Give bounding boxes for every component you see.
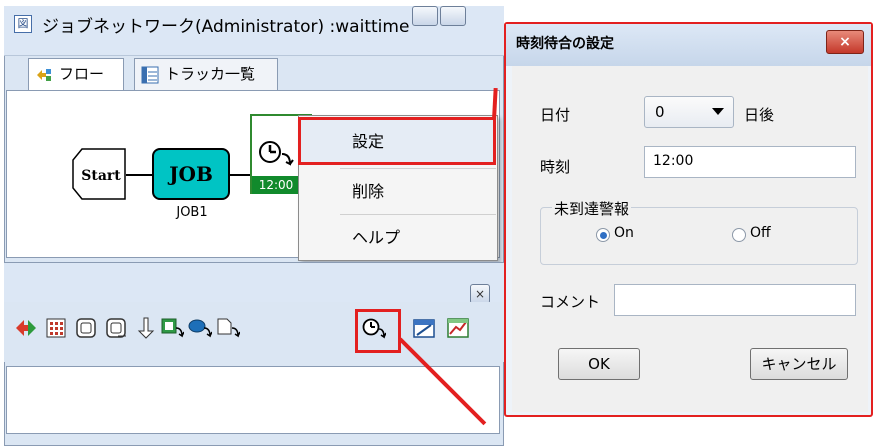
- dialog-title: 時刻待合の設定: [516, 36, 614, 52]
- alarm-on-label[interactable]: On: [614, 225, 634, 241]
- start-node-label: Start: [81, 168, 121, 184]
- flow-edge-job-wait: [230, 174, 252, 176]
- flow-icon: [37, 69, 51, 81]
- chevron-down-icon[interactable]: [712, 108, 724, 115]
- chart-icon[interactable]: [446, 316, 470, 340]
- context-menu-separator: [340, 214, 496, 215]
- palette-close-button[interactable]: ×: [470, 284, 490, 304]
- wait-time-badge: 12:00: [252, 176, 300, 194]
- time-input[interactable]: 12:00: [644, 146, 856, 178]
- context-menu-item-help[interactable]: ヘルプ: [300, 216, 496, 260]
- down-arrow-icon[interactable]: [134, 316, 158, 340]
- enter-exit-icon[interactable]: [14, 316, 38, 340]
- tracker-list-icon: [141, 66, 159, 84]
- job-node[interactable]: JOB: [152, 148, 230, 200]
- comment-input[interactable]: [614, 284, 856, 316]
- dialog-close-button[interactable]: ×: [826, 30, 864, 54]
- maximize-button[interactable]: [440, 6, 466, 26]
- cancel-button[interactable]: キャンセル: [750, 348, 848, 380]
- tab-tracker-list[interactable]: トラッカ一覧: [134, 58, 278, 90]
- unit-job-return-icon[interactable]: [104, 316, 128, 340]
- flow-edge-start-job: [126, 174, 152, 176]
- alarm-on-radio[interactable]: [596, 228, 610, 242]
- start-node[interactable]: Start: [72, 148, 126, 200]
- date-label: 日付: [540, 106, 571, 124]
- alarm-off-radio[interactable]: [732, 228, 746, 242]
- date-suffix-label: 日後: [744, 106, 775, 124]
- calendar-icon[interactable]: [412, 316, 436, 340]
- job-grid-icon[interactable]: [44, 316, 68, 340]
- time-wait-icon-highlight: [355, 309, 401, 353]
- alarm-off-label[interactable]: Off: [750, 225, 771, 241]
- jnw-wait-icon[interactable]: [160, 316, 184, 340]
- context-menu-item-delete[interactable]: 削除: [300, 170, 496, 214]
- palette-title-bar[interactable]: [4, 262, 504, 302]
- alarm-group-label: 未到達警報: [552, 198, 632, 219]
- clock-arrow-icon: [259, 141, 294, 166]
- job-node-caption: JOB1: [176, 205, 208, 220]
- tab-tracker-list-label: トラッカ一覧: [165, 65, 256, 83]
- window-title: ジョブネットワーク(Administrator) :waittime: [42, 17, 410, 37]
- minimize-button[interactable]: [412, 6, 438, 26]
- tab-flow[interactable]: フロー: [28, 58, 124, 92]
- unit-job-icon[interactable]: [74, 316, 98, 340]
- palette-area: [6, 366, 500, 434]
- ok-button[interactable]: OK: [558, 348, 640, 380]
- context-menu-separator: [340, 168, 496, 169]
- job-wait-icon[interactable]: [188, 316, 212, 340]
- window-app-icon: 図: [14, 15, 32, 33]
- comment-label: コメント: [540, 293, 601, 311]
- tab-flow-label: フロー: [59, 65, 105, 83]
- context-menu-item-settings[interactable]: 設定: [300, 120, 496, 164]
- file-wait-icon[interactable]: [216, 316, 240, 340]
- time-label: 時刻: [540, 158, 571, 176]
